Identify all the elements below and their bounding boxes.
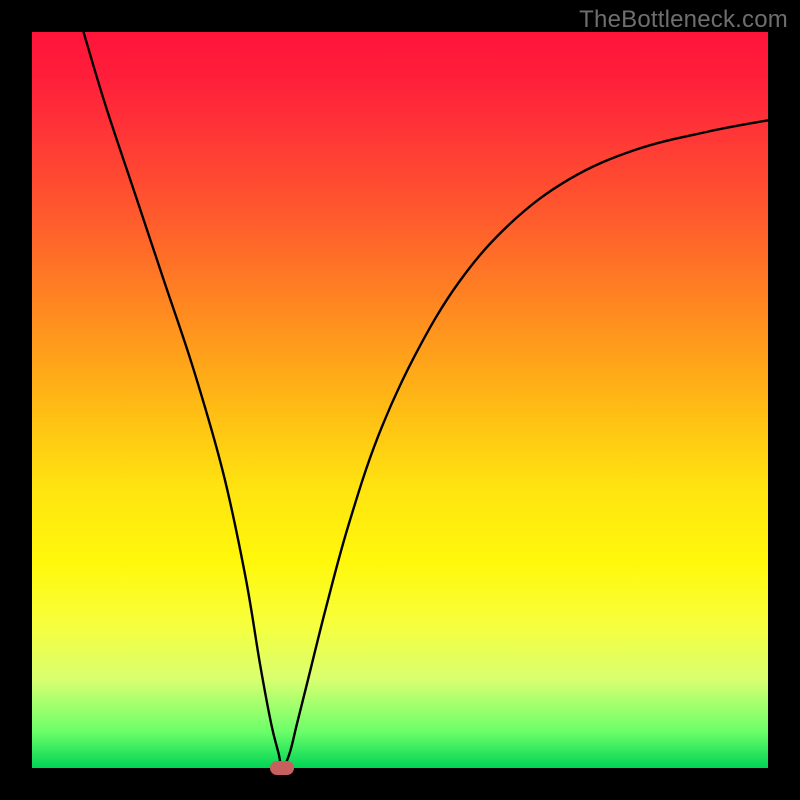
plot-area bbox=[32, 32, 768, 768]
watermark-text: TheBottleneck.com bbox=[579, 6, 788, 34]
minimum-marker bbox=[270, 761, 294, 775]
bottleneck-curve bbox=[32, 32, 768, 768]
chart-frame: TheBottleneck.com bbox=[0, 0, 800, 800]
